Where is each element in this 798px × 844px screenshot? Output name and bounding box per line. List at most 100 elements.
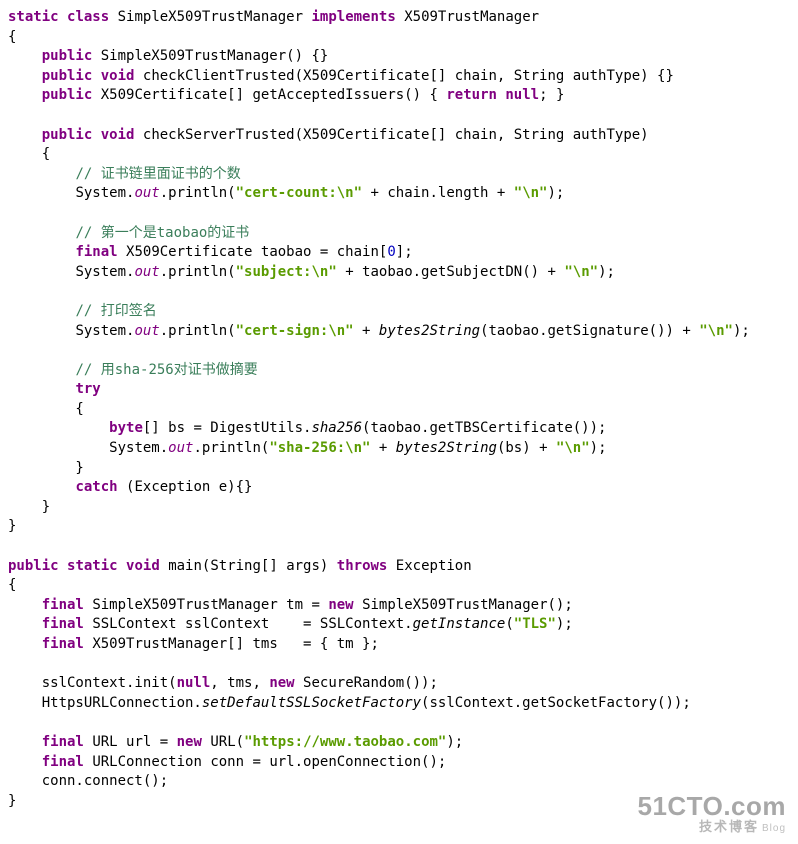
kw-final: final [42,636,84,652]
kw-public: public [42,48,93,64]
kw-implements: implements [311,9,395,25]
kw-static: static [67,558,118,574]
kw-void: void [126,558,160,574]
kw-catch: catch [75,479,117,495]
kw-void: void [101,127,135,143]
tail: (sslContext.getSocketFactory()); [421,695,691,711]
watermark-small: 技术博客 [699,819,759,834]
method-sig: checkClientTrusted(X509Certificate[] cha… [143,68,674,84]
static-out: out [134,264,159,280]
main-sig: main(String[] args) [168,558,328,574]
comment: // 用sha-256对证书做摘要 [75,362,257,378]
kw-try: try [75,381,100,397]
static-out: out [168,440,193,456]
kw-public: public [42,68,93,84]
kw-final: final [75,244,117,260]
kw-final: final [42,616,84,632]
decl: X509Certificate taobao = chain[ [126,244,387,260]
watermark-blog: Blog [762,823,786,834]
comment: // 第一个是taobao的证书 [75,225,249,241]
stmt-head: System. [75,185,134,201]
concat: + taobao.getSubjectDN() + [337,264,565,280]
cls: URL( [210,734,244,750]
decl: X509TrustManager[] tms = { tm }; [92,636,379,652]
kw-class: class [67,9,109,25]
tail: ); [598,264,615,280]
tail: SimpleX509TrustManager(); [362,597,573,613]
stmt: conn.connect(); [42,773,168,789]
kw-void: void [101,68,135,84]
concat: + chain.length + [362,185,514,201]
static-fn: sha256 [311,420,362,436]
string: "\n" [564,264,598,280]
static-fn: setDefaultSSLSocketFactory [202,695,421,711]
kw-null: null [505,87,539,103]
interface-name: X509TrustManager [404,9,539,25]
decl: URL url = [92,734,176,750]
tail: ); [547,185,564,201]
decl: SimpleX509TrustManager tm = [92,597,328,613]
stmt-head: System. [75,264,134,280]
static-fn: bytes2String [396,440,497,456]
string: "TLS" [514,616,556,632]
static-fn: bytes2String [379,323,480,339]
string: "cert-sign:\n" [236,323,354,339]
kw-byte: byte [109,420,143,436]
tail: ; } [539,87,564,103]
string: "\n" [514,185,548,201]
decl: URLConnection conn = url.openConnection(… [92,754,446,770]
kw-return: return [446,87,497,103]
stmt-head: System. [109,440,168,456]
brace: { [429,87,437,103]
kw-null: null [177,675,211,691]
stmt-head: System. [75,323,134,339]
arg: (bs) + [497,440,556,456]
string: "cert-count:\n" [236,185,362,201]
tail: ); [446,734,463,750]
tail: ]; [396,244,413,260]
kw-final: final [42,597,84,613]
kw-static: static [8,9,59,25]
tail: ); [590,440,607,456]
decl: [] bs = DigestUtils. [143,420,312,436]
comment: // 打印签名 [75,303,156,319]
decl: SSLContext sslContext = SSLContext. [92,616,412,632]
concat: + [370,440,395,456]
stmt-head: sslContext.init( [42,675,177,691]
open: ( [505,616,513,632]
method-sig: checkServerTrusted(X509Certificate[] cha… [143,127,649,143]
kw-public: public [42,87,93,103]
arg: (taobao.getSignature()) + [480,323,699,339]
stmt-mid: .println( [193,440,269,456]
class-name: SimpleX509TrustManager [118,9,303,25]
kw-new: new [328,597,353,613]
exc: Exception [396,558,472,574]
code-block: static class SimpleX509TrustManager impl… [8,8,790,811]
tail: SecureRandom()); [303,675,438,691]
ret-type: X509Certificate[] [101,87,244,103]
catch-sig: (Exception e){} [126,479,252,495]
stmt-mid: .println( [160,185,236,201]
stmt-head: HttpsURLConnection. [42,695,202,711]
string: "sha-256:\n" [269,440,370,456]
kw-public: public [8,558,59,574]
ctor-sig: SimpleX509TrustManager() {} [101,48,329,64]
string: "https://www.taobao.com" [244,734,446,750]
static-fn: getInstance [413,616,506,632]
kw-final: final [42,754,84,770]
kw-throws: throws [337,558,388,574]
static-out: out [134,323,159,339]
kw-final: final [42,734,84,750]
method-name: getAcceptedIssuers() [252,87,421,103]
tail: ); [733,323,750,339]
comment: // 证书链里面证书的个数 [75,166,240,182]
static-out: out [134,185,159,201]
stmt-mid: .println( [160,264,236,280]
kw-new: new [177,734,202,750]
string: "subject:\n" [236,264,337,280]
kw-new: new [269,675,294,691]
mid: , tms, [210,675,269,691]
string: "\n" [556,440,590,456]
string: "\n" [699,323,733,339]
number: 0 [387,244,395,260]
